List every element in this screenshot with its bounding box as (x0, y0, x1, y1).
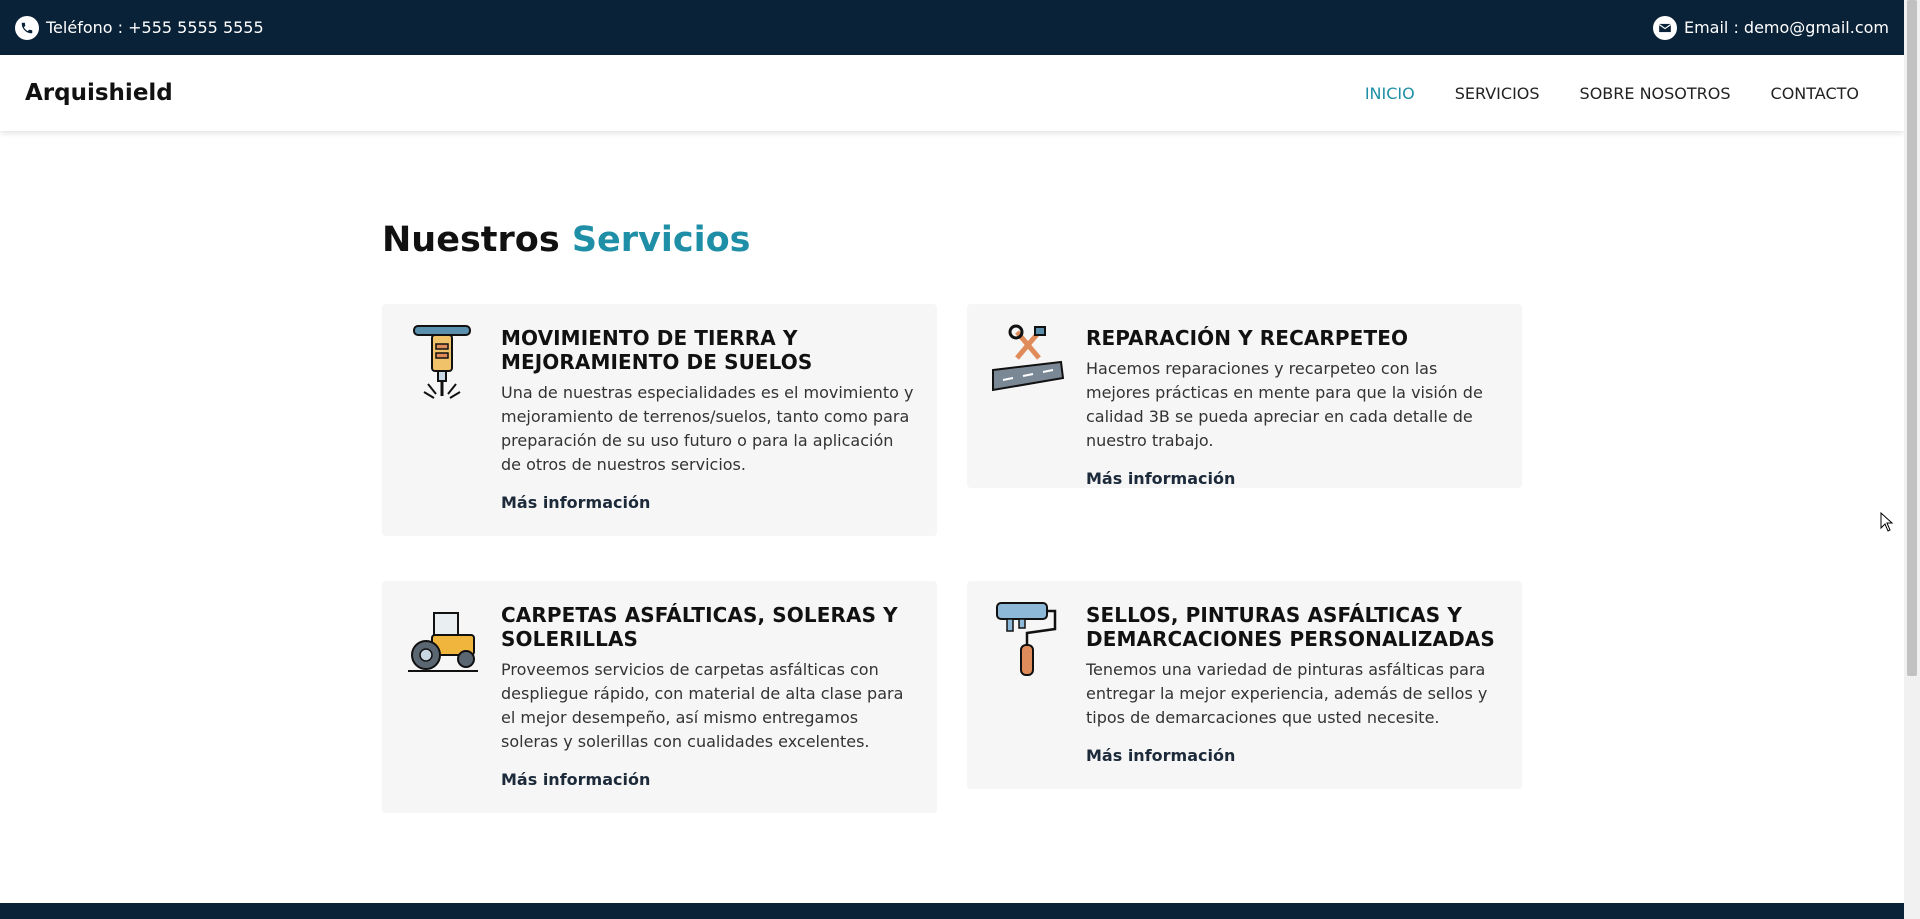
nav-menu: INICIO SERVICIOS SOBRE NOSOTROS CONTACTO (1365, 55, 1859, 131)
section-title-main: Nuestros (382, 220, 560, 260)
nav-item-contacto[interactable]: CONTACTO (1771, 84, 1859, 103)
more-info-link[interactable]: Más información (1086, 746, 1235, 765)
email-info[interactable]: Email : demo@gmail.com (1652, 0, 1889, 55)
nav-item-sobre-nosotros[interactable]: SOBRE NOSOTROS (1580, 84, 1731, 103)
service-card: MOVIMIENTO DE TIERRA Y MEJORAMIENTO DE S… (382, 304, 937, 536)
card-title: MOVIMIENTO DE TIERRA Y MEJORAMIENTO DE S… (501, 326, 813, 374)
phone-icon (15, 15, 39, 40)
card-title: SELLOS, PINTURAS ASFÁLTICAS Y DEMARCACIO… (1086, 603, 1495, 651)
road-roller-icon (404, 599, 480, 679)
footer-bar (0, 903, 1904, 919)
more-info-link[interactable]: Más información (1086, 469, 1235, 488)
card-title: REPARACIÓN Y RECARPETEO (1086, 326, 1409, 350)
section-title: Nuestros Servicios (382, 220, 750, 260)
email-text: Email : demo@gmail.com (1683, 18, 1889, 37)
more-info-link[interactable]: Más información (501, 493, 650, 512)
envelope-icon (1652, 15, 1677, 40)
nav-item-inicio[interactable]: INICIO (1365, 84, 1415, 103)
service-card: REPARACIÓN Y RECARPETEO Hacemos reparaci… (967, 304, 1522, 488)
card-description: Tenemos una variedad de pinturas asfálti… (1086, 660, 1488, 727)
card-description: Una de nuestras especialidades es el mov… (501, 383, 914, 474)
brand-logo[interactable]: Arquishield (25, 55, 173, 131)
phone-text: Teléfono : +555 5555 5555 (46, 18, 264, 37)
repair-tools-icon (989, 322, 1065, 402)
jackhammer-icon (404, 322, 480, 402)
scrollbar-thumb[interactable] (1907, 0, 1917, 676)
paint-roller-icon (989, 599, 1065, 679)
more-info-link[interactable]: Más información (501, 770, 650, 789)
card-description: Hacemos reparaciones y recarpeteo con la… (1086, 359, 1483, 450)
main-navbar: Arquishield INICIO SERVICIOS SOBRE NOSOT… (0, 55, 1904, 131)
service-card: SELLOS, PINTURAS ASFÁLTICAS Y DEMARCACIO… (967, 581, 1522, 789)
card-title: CARPETAS ASFÁLTICAS, SOLERAS Y SOLERILLA… (501, 603, 898, 651)
vertical-scrollbar[interactable] (1904, 0, 1920, 919)
nav-item-servicios[interactable]: SERVICIOS (1455, 84, 1540, 103)
phone-info[interactable]: Teléfono : +555 5555 5555 (15, 0, 264, 55)
mouse-cursor-icon (1880, 511, 1894, 532)
card-description: Proveemos servicios de carpetas asfáltic… (501, 660, 904, 751)
section-title-accent: Servicios (571, 220, 751, 260)
top-info-bar: Teléfono : +555 5555 5555 Email : demo@g… (0, 0, 1904, 55)
service-card: CARPETAS ASFÁLTICAS, SOLERAS Y SOLERILLA… (382, 581, 937, 813)
